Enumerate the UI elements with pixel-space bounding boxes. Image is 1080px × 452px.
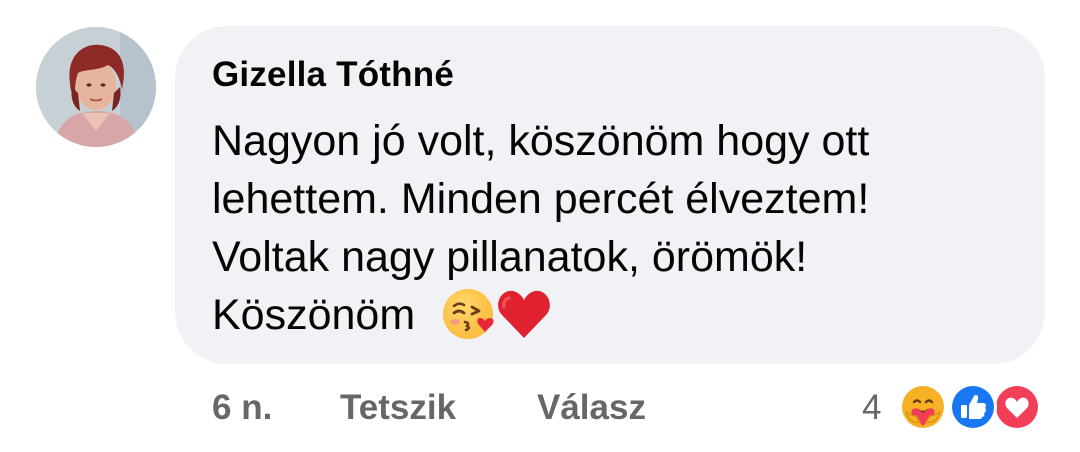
comment-text-line-last: Köszönöm	[212, 286, 1032, 347]
reaction-count: 4	[862, 388, 882, 427]
like-icon	[948, 382, 998, 432]
face-blowing-kiss-icon	[441, 285, 499, 343]
comment-timestamp[interactable]: 6 n.	[212, 388, 272, 428]
comment: Gizella Tóthné Nagyon jó volt, köszönöm …	[0, 0, 1080, 452]
care-icon	[898, 382, 948, 432]
comment-text-line: Voltak nagy pillanatok, örömök!	[212, 233, 808, 281]
comment-text: Nagyon jó volt, köszönöm hogy ott lehett…	[212, 112, 1032, 347]
comment-text-fragment: Köszönöm	[212, 291, 416, 339]
comment-text-line: Nagyon jó volt, köszönöm hogy ott	[212, 117, 870, 165]
comment-author[interactable]: Gizella Tóthné	[212, 55, 454, 95]
reply-button[interactable]: Válasz	[537, 388, 646, 428]
love-icon	[992, 382, 1042, 432]
reaction-summary[interactable]: 4	[862, 378, 1052, 438]
red-heart-icon	[495, 285, 553, 343]
avatar[interactable]	[36, 27, 156, 147]
avatar-photo	[36, 27, 156, 147]
comment-text-line: lehettem. Minden percét élveztem!	[212, 175, 870, 223]
like-button[interactable]: Tetszik	[340, 388, 456, 428]
